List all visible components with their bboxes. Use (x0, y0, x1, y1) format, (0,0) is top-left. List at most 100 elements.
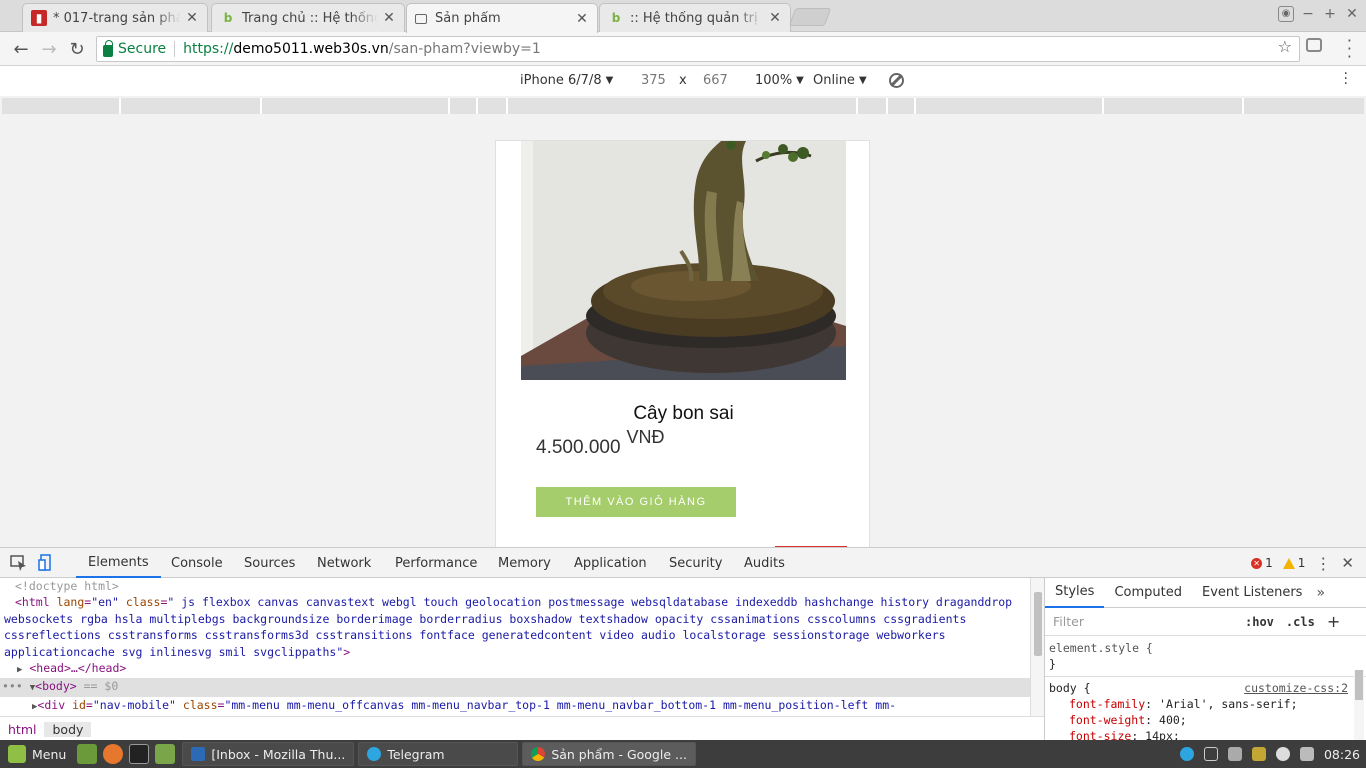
more-tabs-icon[interactable]: » (1312, 585, 1325, 601)
dom-node-body[interactable]: ••• ▼<body> == $0 (0, 678, 1030, 697)
device-toggle-icon[interactable] (38, 554, 56, 572)
media-query-segment[interactable] (478, 98, 508, 114)
dom-node-html[interactable]: <html lang="en" class=" js flexbox canva… (0, 594, 1030, 660)
product-title[interactable]: Cây bon sai (496, 403, 869, 425)
user-tray-icon[interactable] (1275, 747, 1290, 761)
element-style-rule[interactable]: element.style { (1049, 640, 1366, 656)
taskbar-window-chrome[interactable]: Sản phẩm - Google ... (522, 742, 696, 766)
media-query-segment[interactable] (1104, 98, 1244, 114)
breadcrumb-html[interactable]: html (0, 722, 44, 737)
profile-icon[interactable]: ◉ (1278, 6, 1294, 22)
close-tab-icon[interactable]: ✕ (575, 11, 589, 27)
warning-count[interactable]: 1 (1282, 556, 1305, 570)
maximize-icon[interactable]: + (1322, 6, 1338, 22)
viewport-width-input[interactable]: 375 (641, 73, 666, 88)
media-query-segment[interactable] (1244, 98, 1364, 114)
tab-he-thong-quan-tri[interactable]: b :: Hệ thống quản trị web ✕ (599, 3, 791, 32)
breadcrumb-body[interactable]: body (44, 721, 92, 737)
tab-memory[interactable]: Memory (486, 548, 563, 578)
hover-state-toggle[interactable]: :hov (1245, 615, 1274, 629)
scrollbar-thumb[interactable] (1034, 592, 1042, 656)
add-to-cart-button[interactable]: THÊM VÀO GIỎ HÀNG (536, 487, 736, 517)
media-query-segment[interactable] (450, 98, 478, 114)
device-toolbar-menu-icon[interactable]: · · · (1344, 67, 1348, 91)
dom-node-doctype[interactable]: <!doctype html> (0, 578, 1030, 594)
address-bar[interactable]: Secure https:// demo5011.web30s.vn /san-… (96, 36, 1300, 62)
devtools-menu-icon[interactable]: ⋮ (1315, 554, 1331, 573)
network-tray-icon[interactable] (1251, 747, 1266, 761)
tab-elements[interactable]: Elements (76, 548, 161, 578)
media-query-segment[interactable] (508, 98, 858, 114)
media-query-segment[interactable] (121, 98, 262, 114)
show-desktop-icon[interactable] (77, 744, 98, 764)
attr-value: "mm-menu mm-menu_offcanvas mm-menu_navba… (224, 697, 897, 712)
tab-security[interactable]: Security (657, 548, 734, 578)
media-query-segment[interactable] (262, 98, 450, 114)
volume-tray-icon[interactable] (1299, 747, 1314, 761)
taskbar-window-telegram[interactable]: Telegram (358, 742, 519, 766)
media-query-segment[interactable] (858, 98, 888, 114)
expand-arrow-icon[interactable]: ▶ (17, 665, 22, 675)
close-tab-icon[interactable]: ✕ (768, 10, 782, 26)
firefox-icon[interactable] (103, 744, 124, 764)
chrome-icon (531, 747, 546, 761)
network-throttle-select[interactable]: Online ▼ (813, 73, 867, 88)
reload-icon[interactable]: ↻ (66, 38, 88, 60)
inspect-element-icon[interactable] (10, 554, 28, 572)
minimize-icon[interactable]: − (1300, 6, 1316, 22)
keyboard-tray-icon[interactable] (1203, 747, 1218, 761)
dom-node-nav-mobile[interactable]: ▶<div id="nav-mobile" class="mm-menu mm-… (0, 697, 1030, 715)
pen-tray-icon[interactable] (1227, 747, 1242, 761)
telegram-tray-icon[interactable] (1179, 747, 1194, 761)
media-query-segment[interactable] (888, 98, 916, 114)
close-devtools-icon[interactable]: ✕ (1341, 554, 1354, 572)
start-menu-button[interactable]: Menu (0, 740, 74, 768)
rotate-icon[interactable] (889, 73, 904, 88)
taskbar-window-thunderbird[interactable]: [Inbox - Mozilla Thu... (182, 742, 355, 766)
tab-styles[interactable]: Styles (1045, 578, 1105, 608)
tab-console[interactable]: Console (159, 548, 235, 578)
scrollbar-thumb[interactable] (1355, 670, 1363, 700)
tab-performance[interactable]: Performance (383, 548, 489, 578)
tab-trang-chu[interactable]: b Trang chủ :: Hệ thống q ✕ (211, 3, 405, 32)
media-query-bar[interactable] (2, 98, 1364, 114)
new-tab-button[interactable] (788, 8, 832, 26)
back-icon[interactable]: ← (10, 38, 32, 60)
css-property-font-family[interactable]: font-family: 'Arial', sans-serif; (1049, 696, 1366, 712)
camera-icon[interactable] (1306, 38, 1322, 52)
tab-application[interactable]: Application (562, 548, 659, 578)
media-query-segment[interactable] (2, 98, 121, 114)
media-query-segment[interactable] (916, 98, 1104, 114)
secure-indicator[interactable]: Secure (103, 39, 166, 57)
product-image[interactable] (521, 141, 846, 380)
zoom-select[interactable]: 100% ▼ (755, 73, 804, 88)
close-tab-icon[interactable]: ✕ (185, 10, 199, 26)
rule-source-link[interactable]: customize-css:2 (1244, 680, 1348, 696)
tab-network[interactable]: Network (305, 548, 383, 578)
styles-scrollbar[interactable] (1354, 670, 1364, 740)
tab-event-listeners[interactable]: Event Listeners (1192, 578, 1312, 608)
bookmark-star-icon[interactable]: ☆ (1278, 37, 1292, 56)
close-tab-icon[interactable]: ✕ (382, 10, 396, 26)
styles-filter-input[interactable]: Filter (1053, 614, 1233, 629)
css-property-font-weight[interactable]: font-weight: 400; (1049, 712, 1366, 728)
dom-node-head[interactable]: ▶ <head>…</head> (0, 660, 1030, 678)
forward-icon[interactable]: → (38, 38, 60, 60)
viewport-height-input[interactable]: 667 (703, 73, 728, 88)
tab-sources[interactable]: Sources (232, 548, 307, 578)
device-select[interactable]: iPhone 6/7/8 ▼ (520, 73, 613, 88)
body-rule[interactable]: body { customize-css:2 (1045, 676, 1366, 696)
clock[interactable]: 08:26 (1324, 747, 1360, 762)
add-rule-icon[interactable]: + (1327, 612, 1340, 631)
class-toggle[interactable]: .cls (1286, 615, 1315, 629)
tab-017-trang-san-pham[interactable]: ▮ * 017-trang sản phẩm h ✕ (22, 3, 208, 32)
files-icon[interactable] (155, 744, 176, 764)
tab-san-pham[interactable]: Sản phẩm ✕ (406, 3, 598, 33)
close-window-icon[interactable]: ✕ (1344, 6, 1360, 22)
terminal-icon[interactable] (129, 744, 150, 764)
elements-scrollbar[interactable] (1030, 578, 1044, 716)
tab-audits[interactable]: Audits (732, 548, 797, 578)
tab-computed[interactable]: Computed (1104, 578, 1192, 608)
error-count[interactable]: ✕ 1 (1251, 556, 1273, 570)
browser-menu-icon[interactable]: · · · (1347, 33, 1352, 65)
